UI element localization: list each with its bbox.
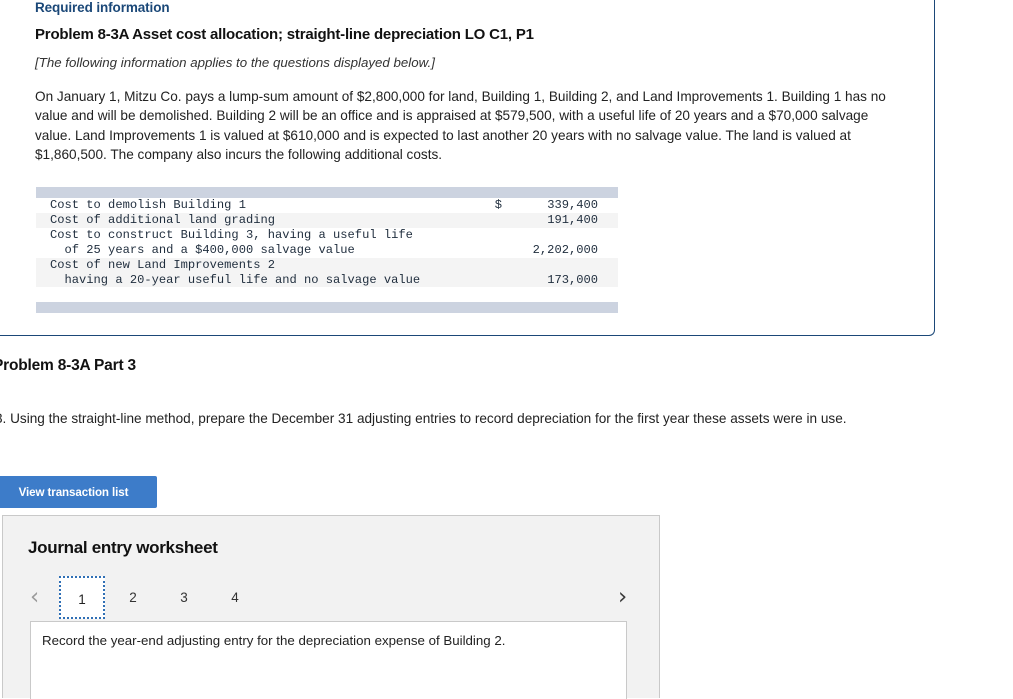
cost-amount: 173,000 <box>502 272 618 288</box>
cost-label: of 25 years and a $400,000 salvage value <box>36 242 480 258</box>
cost-label: Cost to construct Building 3, having a u… <box>36 227 480 243</box>
worksheet-page-tab-2[interactable]: 2 <box>110 576 156 619</box>
table-row: of 25 years and a $400,000 salvage value… <box>36 242 618 258</box>
worksheet-page-tab-4[interactable]: 4 <box>212 576 258 619</box>
cost-currency <box>480 227 502 243</box>
table-row: Cost of additional land grading 191,400 <box>36 212 618 228</box>
required-information-content: Required information Problem 8-3A Asset … <box>35 0 895 165</box>
worksheet-page-tab-3[interactable]: 3 <box>161 576 207 619</box>
view-transaction-list-button[interactable]: View transaction list <box>0 476 157 508</box>
worksheet-pagination: ‹ 1 2 3 4 › <box>3 576 661 619</box>
cost-label: Cost of additional land grading <box>36 212 480 228</box>
page-title: Problem 8-3A Asset cost allocation; stra… <box>35 26 534 43</box>
table-row: Cost of new Land Improvements 2 <box>36 257 618 273</box>
cost-currency <box>480 257 502 273</box>
worksheet-page-tab-1[interactable]: 1 <box>59 576 105 619</box>
cost-amount <box>502 227 618 243</box>
cost-currency: $ <box>480 198 502 213</box>
cost-label: Cost of new Land Improvements 2 <box>36 257 480 273</box>
cost-currency <box>480 272 502 288</box>
table-row: having a 20-year useful life and no salv… <box>36 272 618 288</box>
cost-table-body: Cost to demolish Building 1 $ 339,400 Co… <box>36 187 618 314</box>
table-bottom-bar <box>36 302 618 314</box>
cost-amount: 2,202,000 <box>502 242 618 258</box>
applies-note: [The following information applies to th… <box>35 55 435 70</box>
problem-paragraph: On January 1, Mitzu Co. pays a lump-sum … <box>35 89 886 163</box>
cost-amount: 191,400 <box>502 212 618 228</box>
part-question: 3. Using the straight-line method, prepa… <box>0 411 847 426</box>
part-heading: Problem 8-3A Part 3 <box>0 357 136 374</box>
additional-costs-table: Cost to demolish Building 1 $ 339,400 Co… <box>36 187 618 314</box>
worksheet-instruction-text: Record the year-end adjusting entry for … <box>42 633 506 648</box>
journal-entry-worksheet-panel: Journal entry worksheet ‹ 1 2 3 4 › Reco… <box>2 515 661 699</box>
journal-entry-worksheet-title: Journal entry worksheet <box>28 538 218 557</box>
table-row: Cost to construct Building 3, having a u… <box>36 227 618 243</box>
cost-amount: 339,400 <box>502 198 618 213</box>
required-information-label: Required information <box>35 0 170 15</box>
table-bottom-bar-cell <box>36 302 618 314</box>
cost-label: Cost to demolish Building 1 <box>36 198 480 213</box>
chevron-right-icon[interactable]: › <box>618 576 627 618</box>
table-top-bar <box>36 187 618 198</box>
cost-amount <box>502 257 618 273</box>
cost-label: having a 20-year useful life and no salv… <box>36 272 480 288</box>
chevron-left-icon[interactable]: ‹ <box>30 576 39 618</box>
cost-currency <box>480 212 502 228</box>
cost-currency <box>480 242 502 258</box>
worksheet-instruction-box: Record the year-end adjusting entry for … <box>30 621 627 699</box>
table-row: Cost to demolish Building 1 $ 339,400 <box>36 198 618 213</box>
table-top-bar-cell <box>36 187 618 198</box>
table-spacer-cell <box>36 287 618 303</box>
table-spacer-row <box>36 287 618 303</box>
